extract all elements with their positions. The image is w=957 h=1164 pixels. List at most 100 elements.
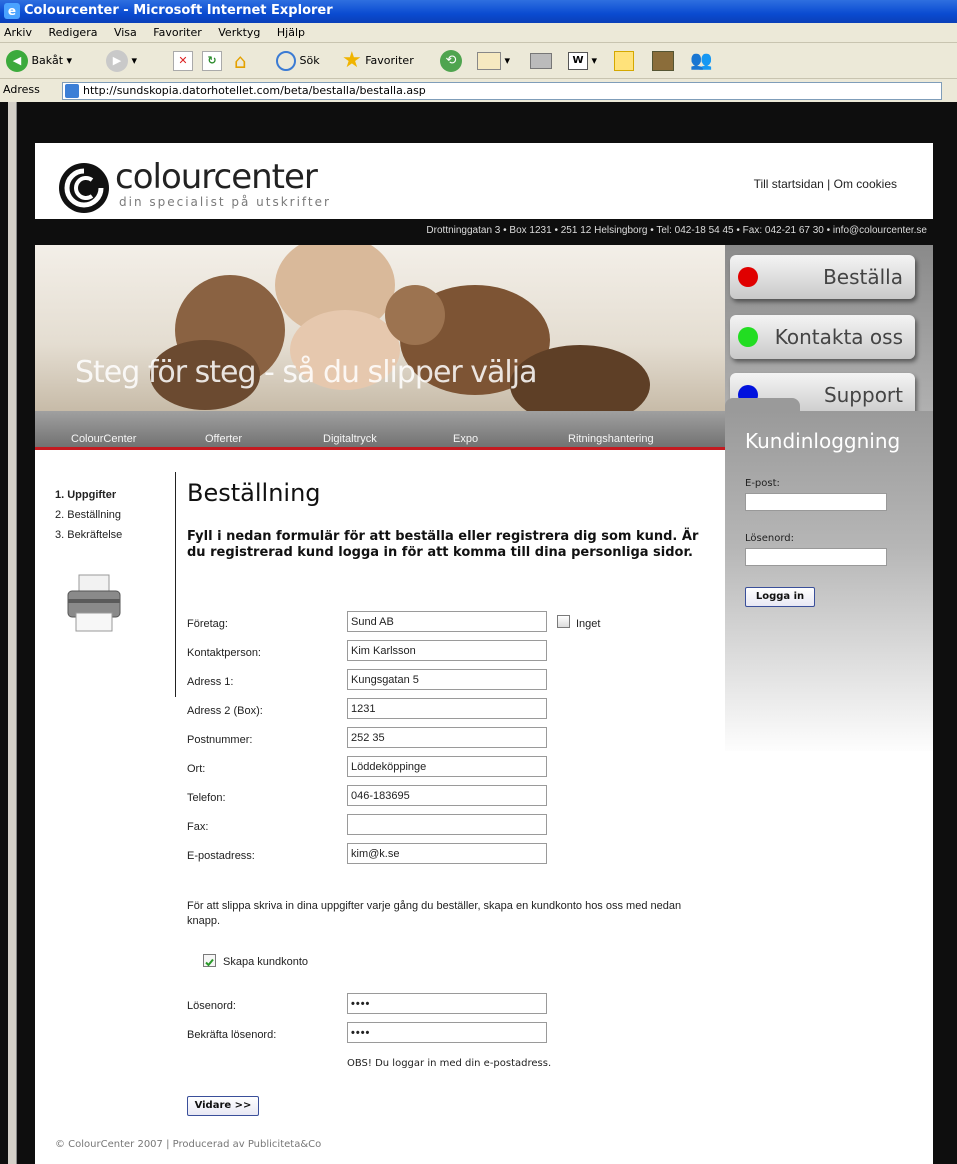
- history-button[interactable]: ⟲: [440, 49, 462, 73]
- menu-visa[interactable]: Visa: [114, 26, 137, 39]
- nav-offerter[interactable]: Offerter: [205, 433, 242, 445]
- red-dot-icon: [738, 267, 758, 287]
- home-button[interactable]: ⌂: [234, 49, 256, 73]
- row-confirm: Bekräfta lösenord: ••••: [187, 1022, 717, 1044]
- address2-label: Adress 2 (Box):: [187, 705, 263, 717]
- logo-name: colourcenter: [115, 157, 318, 197]
- favorites-button[interactable]: ★ Favoriter: [342, 49, 414, 73]
- link-separator: |: [827, 177, 831, 191]
- step-3: 3. Bekräftelse: [55, 529, 123, 541]
- menu-redigera[interactable]: Redigera: [48, 26, 97, 39]
- contact-input[interactable]: Kim Karlsson: [347, 640, 547, 661]
- zip-input[interactable]: 252 35: [347, 727, 547, 748]
- address-bar: Adress http://sundskopia.datorhotellet.c…: [0, 80, 957, 102]
- menu-favoriter[interactable]: Favoriter: [153, 26, 201, 39]
- zip-label: Postnummer:: [187, 734, 253, 746]
- phone-input[interactable]: 046-183695: [347, 785, 547, 806]
- company-input[interactable]: Sund AB: [347, 611, 547, 632]
- home-icon: ⌂: [234, 49, 247, 73]
- star-icon: ★: [342, 48, 362, 73]
- logo-tagline: din specialist på utskrifter: [119, 195, 331, 209]
- company-label: Företag:: [187, 618, 228, 630]
- row-phone: Telefon: 046-183695: [187, 785, 717, 807]
- menu-hjalp[interactable]: Hjälp: [277, 26, 305, 39]
- nav-colourcenter[interactable]: ColourCenter: [71, 433, 136, 445]
- email-input[interactable]: kim@k.se: [347, 843, 547, 864]
- nav-digitaltryck[interactable]: Digitaltryck: [323, 433, 377, 445]
- login-title: Kundinloggning: [745, 429, 901, 453]
- row-contact: Kontaktperson: Kim Karlsson: [187, 640, 717, 662]
- site-footer: © ColourCenter 2007 | Producerad av Publ…: [55, 1139, 322, 1150]
- discuss-button[interactable]: [614, 49, 634, 73]
- address2-input[interactable]: 1231: [347, 698, 547, 719]
- city-input[interactable]: Löddeköppinge: [347, 756, 547, 777]
- printer-icon: [67, 574, 121, 632]
- order-button[interactable]: Beställa: [730, 255, 915, 299]
- browser-viewport: colourcenter din specialist på utskrifte…: [0, 102, 957, 1164]
- row-company: Företag: Sund AB Inget: [187, 611, 717, 633]
- link-cookies[interactable]: Om cookies: [834, 177, 897, 191]
- menu-bar: Arkiv Redigera Visa Favoriter Verktyg Hj…: [0, 23, 957, 43]
- contact-strip: Drottninggatan 3 • Box 1231 • 251 12 Hel…: [35, 219, 933, 245]
- green-dot-icon: [738, 327, 758, 347]
- login-email-label: E-post:: [745, 478, 780, 489]
- confirm-label: Bekräfta lösenord:: [187, 1029, 277, 1041]
- contact-button[interactable]: Kontakta oss: [730, 315, 915, 359]
- link-start[interactable]: Till startsidan: [754, 177, 824, 191]
- site-header: colourcenter din specialist på utskrifte…: [35, 143, 933, 219]
- mail-icon: [477, 52, 501, 70]
- row-city: Ort: Löddeköppinge: [187, 756, 717, 778]
- create-account-checkbox[interactable]: [203, 954, 216, 967]
- address-input[interactable]: http://sundskopia.datorhotellet.com/beta…: [62, 82, 942, 100]
- city-label: Ort:: [187, 763, 206, 775]
- none-checkbox[interactable]: [557, 615, 570, 628]
- messenger-icon: 👥: [690, 50, 713, 71]
- edit-button[interactable]: W ▾: [568, 49, 597, 73]
- login-password-label: Lösenord:: [745, 533, 794, 544]
- row-address1: Adress 1: Kungsgatan 5: [187, 669, 717, 691]
- none-label: Inget: [576, 618, 601, 630]
- refresh-button[interactable]: ↻: [202, 49, 222, 73]
- password-input[interactable]: ••••: [347, 993, 547, 1014]
- messenger-button[interactable]: 👥: [690, 49, 712, 73]
- login-button[interactable]: Logga in: [745, 587, 815, 607]
- fax-label: Fax:: [187, 821, 209, 833]
- order-form: Beställning Fyll i nedan formulär för at…: [187, 479, 717, 1116]
- page-title: Beställning: [187, 479, 321, 507]
- next-button[interactable]: Vidare >>: [187, 1096, 259, 1116]
- search-icon: [276, 51, 296, 71]
- nav-ritningshantering[interactable]: Ritningshantering: [568, 433, 654, 445]
- step-list: 1. Uppgifter 2. Beställning 3. Bekräftel…: [55, 485, 122, 545]
- back-button[interactable]: ◀ Bakåt ▾: [6, 49, 72, 73]
- mail-button[interactable]: ▾: [477, 49, 510, 73]
- hero-photo: Steg för steg - så du slipper välja: [35, 245, 725, 411]
- confirm-input[interactable]: ••••: [347, 1022, 547, 1043]
- row-password: Lösenord: ••••: [187, 993, 717, 1015]
- divider: [175, 472, 176, 697]
- step-2: 2. Beställning: [55, 509, 122, 521]
- browser-window: e Colourcenter - Microsoft Internet Expl…: [0, 0, 957, 1164]
- forward-arrow-icon: ▶: [106, 50, 128, 72]
- window-titlebar: e Colourcenter - Microsoft Internet Expl…: [0, 0, 957, 23]
- hero-slogan: Steg för steg - så du slipper välja: [75, 355, 537, 390]
- contact-label: Kontaktperson:: [187, 647, 261, 659]
- print-button[interactable]: [530, 49, 552, 73]
- login-password-input[interactable]: [745, 548, 887, 566]
- fax-input[interactable]: [347, 814, 547, 835]
- note-icon: [614, 51, 634, 71]
- search-button[interactable]: Sök: [276, 49, 320, 73]
- ie-icon: e: [4, 3, 20, 19]
- login-email-input[interactable]: [745, 493, 887, 511]
- address1-input[interactable]: Kungsgatan 5: [347, 669, 547, 690]
- history-icon: ⟲: [440, 50, 462, 72]
- step-1: 1. Uppgifter: [55, 489, 117, 501]
- email-label: E-postadress:: [187, 850, 255, 862]
- research-button[interactable]: [652, 49, 674, 73]
- forward-button[interactable]: ▶ ▾: [106, 49, 137, 73]
- stop-button[interactable]: ✕: [173, 49, 193, 73]
- nav-expo[interactable]: Expo: [453, 433, 478, 445]
- account-note: För att slippa skriva in dina uppgifter …: [187, 900, 682, 927]
- menu-arkiv[interactable]: Arkiv: [4, 26, 32, 39]
- row-address2: Adress 2 (Box): 1231: [187, 698, 717, 720]
- menu-verktyg[interactable]: Verktyg: [218, 26, 260, 39]
